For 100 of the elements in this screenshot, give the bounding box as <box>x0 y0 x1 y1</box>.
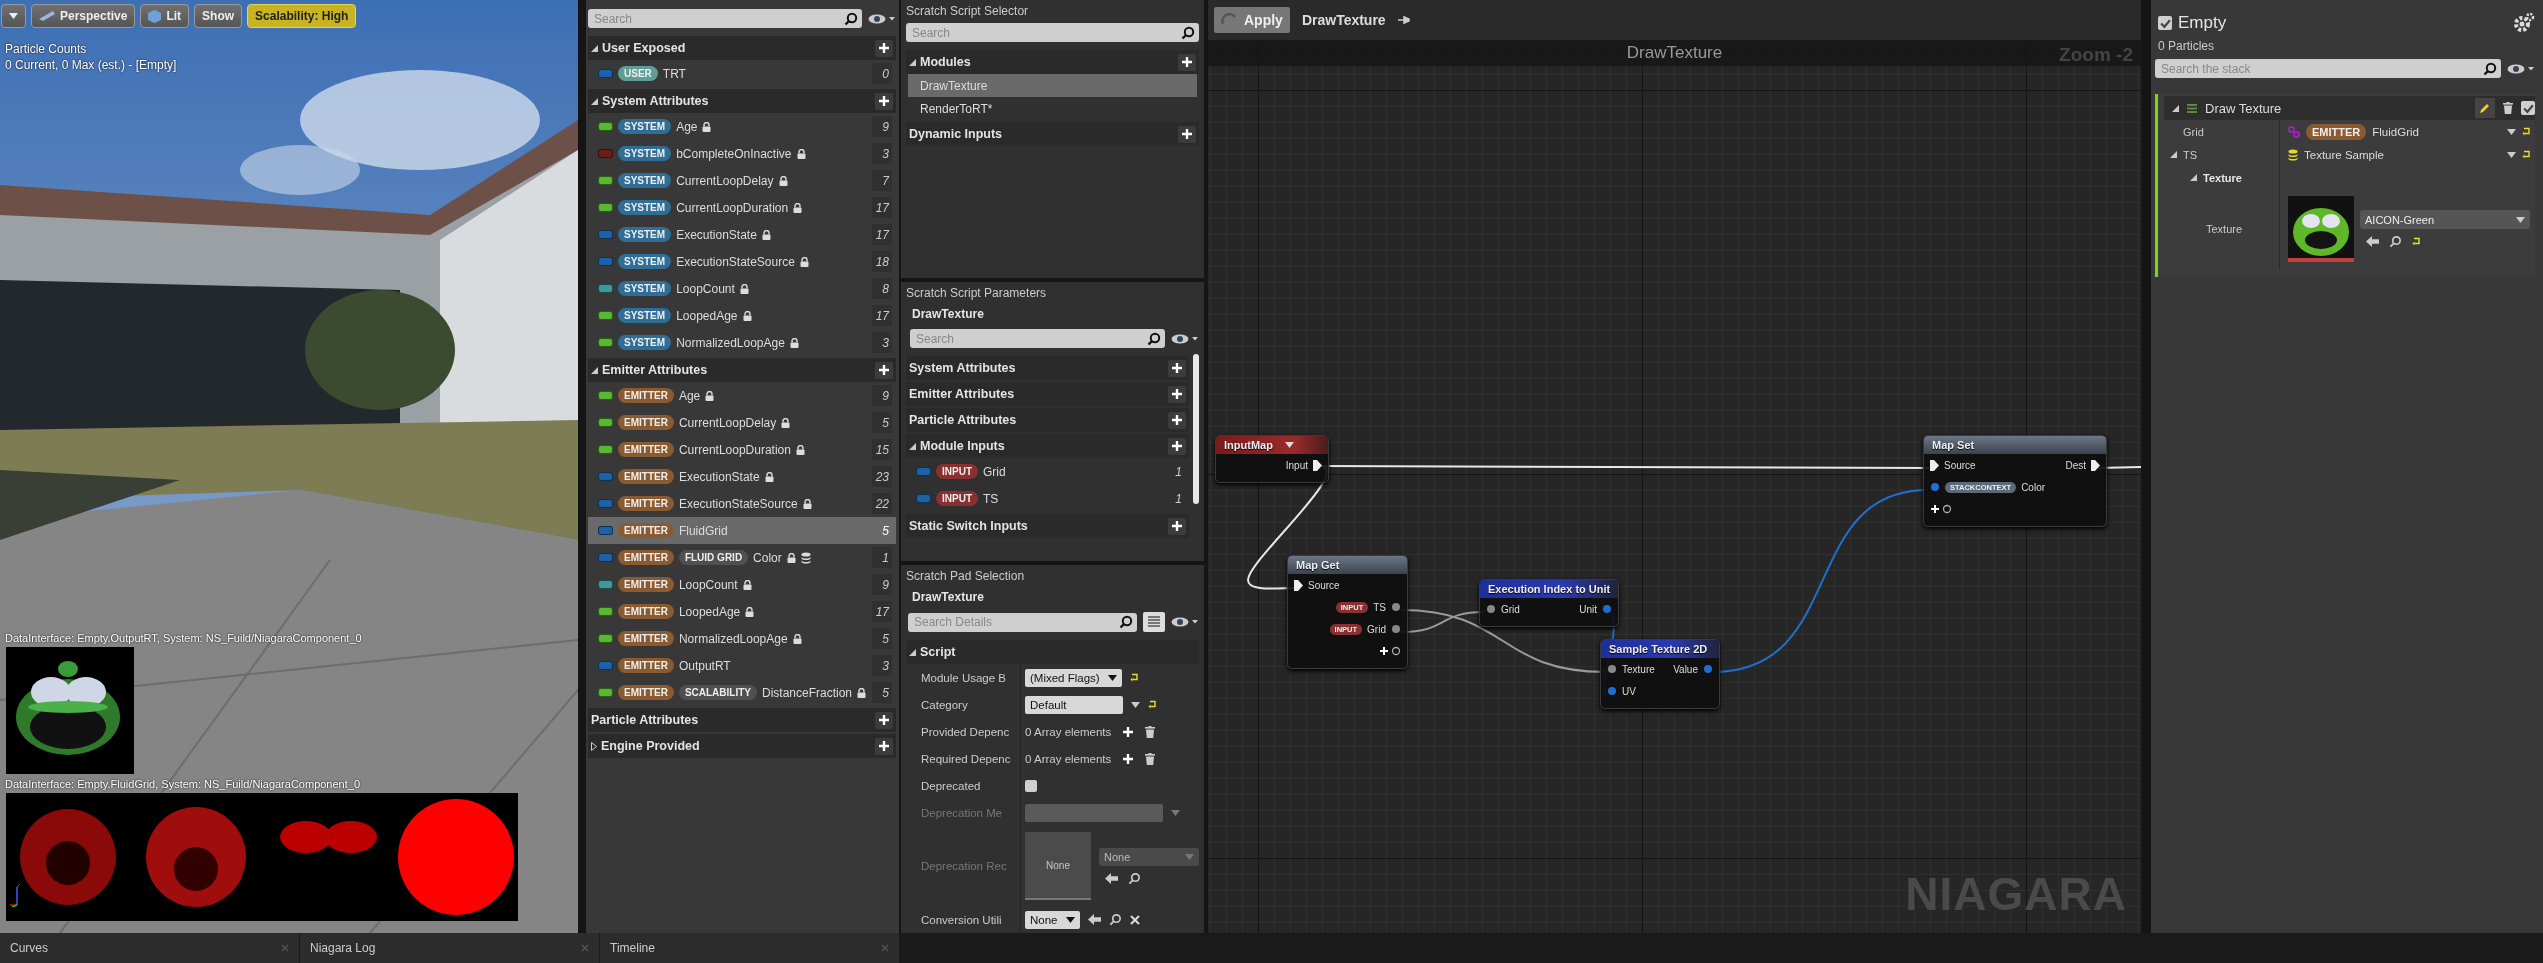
trash-icon[interactable] <box>1145 752 1156 765</box>
checkbox[interactable] <box>1025 779 1037 792</box>
parameter-row[interactable]: SYSTEM NormalizedLoopAge 3 <box>588 329 896 356</box>
module-item[interactable]: RenderToRT* <box>908 97 1197 120</box>
pin-icon[interactable] <box>1607 686 1617 696</box>
pin-icon[interactable] <box>1930 482 1940 492</box>
tab-title[interactable]: DrawTexture <box>1301 12 1386 28</box>
section-header[interactable]: User Exposed <box>588 36 896 60</box>
eye-dropdown-icon[interactable] <box>2507 62 2535 75</box>
expand-arrow-icon[interactable] <box>591 366 598 374</box>
panel-tab[interactable]: Timeline <box>600 933 900 963</box>
eye-dropdown-icon[interactable] <box>1171 616 1199 628</box>
section-header[interactable]: Dynamic Inputs <box>906 122 1199 146</box>
arrow-left-icon[interactable] <box>1087 914 1101 925</box>
search-field[interactable]: Search <box>906 23 1177 42</box>
expand-arrow-icon[interactable] <box>591 44 598 52</box>
search-icon[interactable] <box>1181 25 1195 40</box>
search-field[interactable]: Search Details <box>908 612 1115 632</box>
settings-icon[interactable] <box>2513 12 2535 34</box>
parameter-row[interactable]: USER TRT 0 <box>588 60 896 87</box>
search-icon[interactable] <box>2483 61 2497 76</box>
panel-tab[interactable]: Niagara Log <box>300 933 600 963</box>
caret-icon[interactable] <box>1065 916 1075 923</box>
parameter-row[interactable]: SYSTEM CurrentLoopDuration 17 <box>588 194 896 221</box>
list-view-icon[interactable] <box>1143 612 1165 632</box>
caret-icon[interactable] <box>2507 151 2516 158</box>
add-pin-icon[interactable] <box>1379 646 1401 656</box>
parameter-row[interactable]: EMITTER ExecutionState 23 <box>588 463 896 490</box>
parameter-row[interactable]: EMITTER FluidGrid 5 <box>588 517 896 544</box>
trash-icon[interactable] <box>2503 102 2513 114</box>
eye-dropdown-icon[interactable] <box>868 12 896 25</box>
pin-icon[interactable] <box>1391 602 1401 612</box>
exec-pin-icon[interactable] <box>1294 579 1303 591</box>
search-field[interactable]: Search <box>588 9 840 28</box>
reset-icon[interactable] <box>2522 127 2531 136</box>
trash-icon[interactable] <box>1145 725 1156 738</box>
pin-icon[interactable] <box>1486 604 1496 614</box>
graph-node[interactable]: Sample Texture 2D Texture Value UV <box>1600 639 1720 709</box>
parameter-row[interactable]: EMITTER FLUID GRID Color 1 <box>588 544 896 571</box>
exec-pin-icon[interactable] <box>1930 459 1939 471</box>
pin-icon[interactable] <box>1602 604 1612 614</box>
search-icon[interactable] <box>1147 331 1161 346</box>
parameter-row[interactable]: EMITTER LoopCount 9 <box>588 571 896 598</box>
parameter-row[interactable]: EMITTER Age 9 <box>588 382 896 409</box>
reset-icon[interactable] <box>1148 700 1157 709</box>
expand-arrow-icon[interactable] <box>909 648 916 656</box>
text-field[interactable]: Default <box>1025 695 1123 714</box>
expand-arrow-icon[interactable] <box>2190 174 2197 181</box>
graph-node[interactable]: InputMap Input <box>1215 435 1329 483</box>
section-header[interactable]: Script <box>906 640 1199 664</box>
parameter-row[interactable]: SYSTEM bCompleteOnInactive 3 <box>588 140 896 167</box>
eye-dropdown-icon[interactable] <box>1171 332 1199 345</box>
reset-icon[interactable] <box>1129 673 1139 682</box>
search-icon[interactable] <box>2389 235 2402 248</box>
dropdown[interactable]: (Mixed Flags) <box>1025 668 1122 687</box>
section-header[interactable]: Emitter Attributes <box>588 358 896 382</box>
expand-arrow-icon[interactable] <box>909 58 916 66</box>
pin-icon[interactable] <box>1607 664 1617 674</box>
section-header[interactable]: Particle Attributes <box>906 408 1189 432</box>
parameter-row[interactable]: EMITTER CurrentLoopDuration 15 <box>588 436 896 463</box>
parameter-row[interactable]: SYSTEM LoopCount 8 <box>588 275 896 302</box>
parameter-row[interactable]: EMITTER CurrentLoopDelay 5 <box>588 409 896 436</box>
parameter-row[interactable]: EMITTER ExecutionStateSource 22 <box>588 490 896 517</box>
parameter-row[interactable]: SYSTEM Age 9 <box>588 113 896 140</box>
module-item[interactable]: DrawTexture <box>908 74 1197 97</box>
dropdown[interactable]: None <box>1025 910 1080 929</box>
parameter-row[interactable]: SYSTEM ExecutionStateSource 18 <box>588 248 896 275</box>
expand-arrow-icon[interactable] <box>591 97 598 105</box>
collapsed-arrow-icon[interactable] <box>591 741 597 751</box>
caret-icon[interactable] <box>2507 128 2516 135</box>
panel-tab[interactable]: Curves <box>0 933 300 963</box>
caret-icon[interactable] <box>1284 442 1294 448</box>
parameter-row[interactable]: EMITTER NormalizedLoopAge 5 <box>588 625 896 652</box>
graph-node[interactable]: Execution Index to Unit Grid Unit <box>1479 579 1619 627</box>
exec-pin-icon[interactable] <box>2091 459 2100 471</box>
section-header[interactable]: Emitter Attributes <box>906 382 1189 406</box>
parameter-row[interactable]: SYSTEM CurrentLoopDelay 7 <box>588 167 896 194</box>
section-header[interactable]: System Attributes <box>588 89 896 113</box>
pin-icon[interactable] <box>1391 624 1401 634</box>
checkbox[interactable] <box>2521 101 2535 115</box>
section-header[interactable]: Engine Provided <box>588 734 896 758</box>
parameter-row[interactable]: SYSTEM ExecutionState 17 <box>588 221 896 248</box>
search-field[interactable]: Search the stack <box>2155 59 2479 78</box>
reset-icon[interactable] <box>2412 237 2421 246</box>
parameter-row[interactable]: EMITTER OutputRT 3 <box>588 652 896 679</box>
section-header[interactable]: System Attributes <box>906 356 1189 380</box>
asset-dropdown[interactable]: AICON-Green <box>2360 210 2530 229</box>
search-field[interactable]: Search <box>910 329 1143 348</box>
parameter-row[interactable]: SYSTEM LoopedAge 17 <box>588 302 896 329</box>
section-header[interactable]: Static Switch Inputs <box>906 514 1189 538</box>
arrow-left-icon[interactable] <box>2366 236 2379 247</box>
parameter-row[interactable]: EMITTER SCALABILITY DistanceFraction 5 <box>588 679 896 706</box>
scrollbar[interactable] <box>1193 354 1199 504</box>
checkbox[interactable] <box>2158 16 2172 30</box>
parameter-row[interactable]: INPUT TS 1 <box>906 485 1189 512</box>
section-header[interactable]: Particle Attributes <box>588 708 896 732</box>
expand-arrow-icon[interactable] <box>2170 151 2177 158</box>
pin-icon[interactable] <box>1703 664 1713 674</box>
caret-icon[interactable] <box>1131 701 1140 708</box>
section-header[interactable]: Modules <box>906 50 1199 74</box>
